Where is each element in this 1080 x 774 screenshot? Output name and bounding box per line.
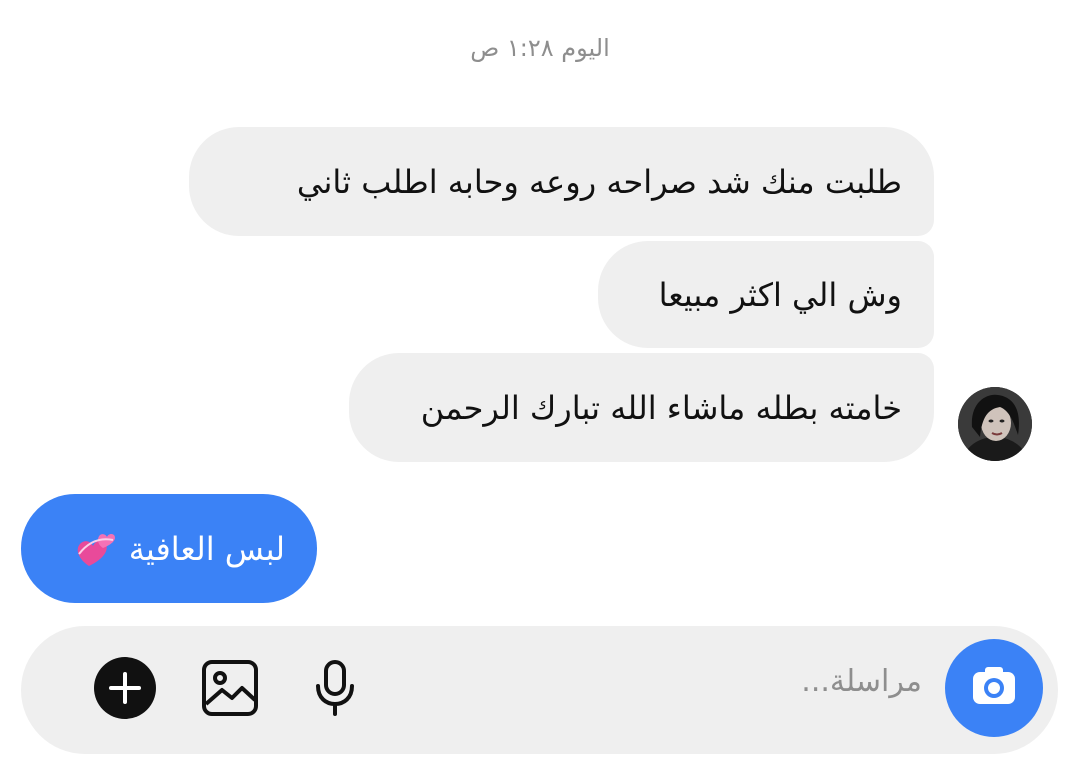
avatar-photo xyxy=(958,387,1032,461)
conversation-timestamp: اليوم ١:٢٨ ص xyxy=(470,34,610,62)
received-message-bubble[interactable]: وش الي اكثر مبيعا xyxy=(598,241,934,348)
message-text: خامته بطله ماشاء الله تبارك الرحمن xyxy=(420,388,902,427)
message-text: لبس العافية xyxy=(128,529,285,568)
gallery-button[interactable] xyxy=(198,658,262,722)
voice-message-button[interactable] xyxy=(303,658,367,722)
add-button[interactable] xyxy=(93,656,157,724)
sent-message-bubble[interactable]: لبس العافية xyxy=(21,494,317,603)
image-icon xyxy=(200,658,260,722)
message-input[interactable]: مراسلة... xyxy=(801,664,922,699)
microphone-icon xyxy=(311,658,359,722)
message-text: طلبت منك شد صراحه روعه وحابه اطلب ثاني xyxy=(296,162,902,201)
received-message-bubble[interactable]: خامته بطله ماشاء الله تبارك الرحمن xyxy=(349,353,934,462)
camera-button[interactable] xyxy=(945,639,1043,737)
two-hearts-icon xyxy=(73,526,119,572)
plus-icon xyxy=(93,656,157,724)
camera-icon xyxy=(964,656,1024,720)
sender-avatar[interactable] xyxy=(958,387,1032,461)
message-text: وش الي اكثر مبيعا xyxy=(658,275,902,314)
received-message-bubble[interactable]: طلبت منك شد صراحه روعه وحابه اطلب ثاني xyxy=(189,127,934,236)
